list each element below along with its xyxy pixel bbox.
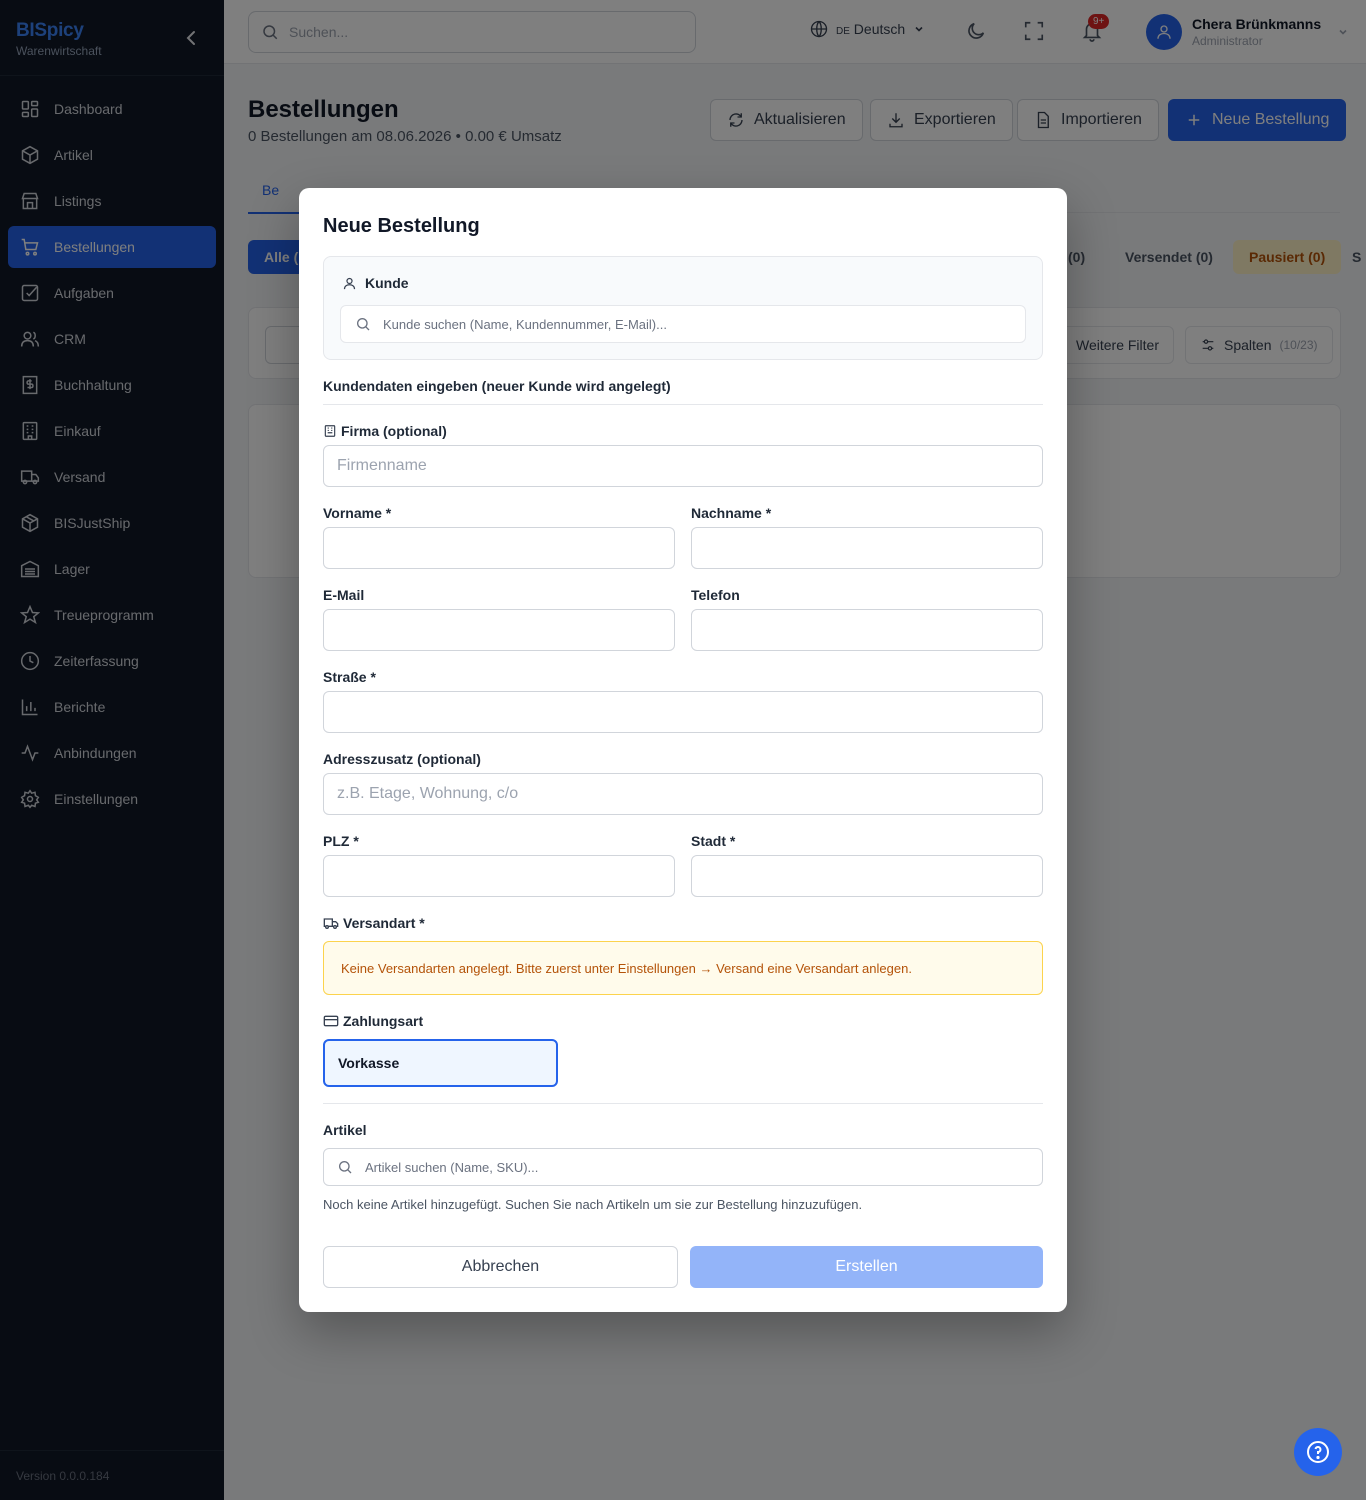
section-divider (323, 404, 1043, 405)
shipping-warning: Keine Versandarten angelegt. Bitte zuers… (323, 941, 1043, 995)
customer-heading: Kunde (342, 275, 409, 291)
email-label: E-Mail (323, 587, 365, 603)
customer-search-input[interactable]: Kunde suchen (Name, Kundennummer, E-Mail… (340, 305, 1026, 343)
payment-label-text: Zahlungsart (343, 1013, 424, 1029)
shipping-label-text: Versandart * (343, 915, 425, 931)
lastname-input[interactable] (691, 527, 1043, 569)
city-input[interactable] (691, 855, 1043, 897)
company-placeholder: Firmenname (337, 457, 427, 474)
phone-label: Telefon (691, 587, 740, 603)
search-icon (355, 316, 371, 332)
customer-label: Kunde (365, 275, 409, 291)
dialog-title: Neue Bestellung (323, 215, 480, 237)
cancel-button[interactable]: Abbrechen (323, 1246, 678, 1288)
shipping-label: Versandart * (323, 915, 425, 931)
payment-label: Zahlungsart (323, 1013, 423, 1029)
firstname-input[interactable] (323, 527, 675, 569)
building-icon (323, 424, 337, 438)
firstname-label: Vorname * (323, 505, 392, 521)
user-icon (342, 276, 357, 291)
article-search-input[interactable]: Artikel suchen (Name, SKU)... (323, 1148, 1043, 1186)
address-extra-input[interactable]: z.B. Etage, Wohnung, c/o (323, 773, 1043, 815)
search-icon (337, 1159, 353, 1175)
section-divider (323, 1103, 1043, 1104)
company-input[interactable]: Firmenname (323, 445, 1043, 487)
zip-label: PLZ * (323, 833, 359, 849)
email-input[interactable] (323, 609, 675, 651)
lastname-label: Nachname * (691, 505, 772, 521)
company-label: Firma (optional) (323, 423, 447, 439)
new-order-dialog: Neue Bestellung Kunde Kunde suchen (Name… (299, 188, 1067, 1312)
help-button[interactable] (1294, 1428, 1342, 1476)
address-extra-label: Adresszusatz (optional) (323, 751, 481, 767)
articles-empty-hint: Noch keine Artikel hinzugefügt. Suchen S… (323, 1197, 863, 1212)
address-extra-placeholder: z.B. Etage, Wohnung, c/o (337, 785, 519, 802)
truck-icon (323, 915, 339, 931)
credit-card-icon (323, 1013, 339, 1029)
new-customer-heading: Kundendaten eingeben (neuer Kunde wird a… (323, 378, 671, 394)
help-icon (1306, 1440, 1330, 1464)
street-label: Straße * (323, 669, 376, 685)
street-input[interactable] (323, 691, 1043, 733)
customer-section: Kunde Kunde suchen (Name, Kundennummer, … (323, 256, 1043, 360)
articles-label: Artikel (323, 1122, 367, 1138)
phone-input[interactable] (691, 609, 1043, 651)
company-label-text: Firma (optional) (341, 423, 447, 439)
create-button[interactable]: Erstellen (690, 1246, 1043, 1288)
city-label: Stadt * (691, 833, 736, 849)
payment-option-vorkasse[interactable]: Vorkasse (323, 1039, 558, 1087)
customer-search-placeholder: Kunde suchen (Name, Kundennummer, E-Mail… (383, 316, 667, 332)
zip-input[interactable] (323, 855, 675, 897)
article-search-placeholder: Artikel suchen (Name, SKU)... (365, 1159, 539, 1175)
